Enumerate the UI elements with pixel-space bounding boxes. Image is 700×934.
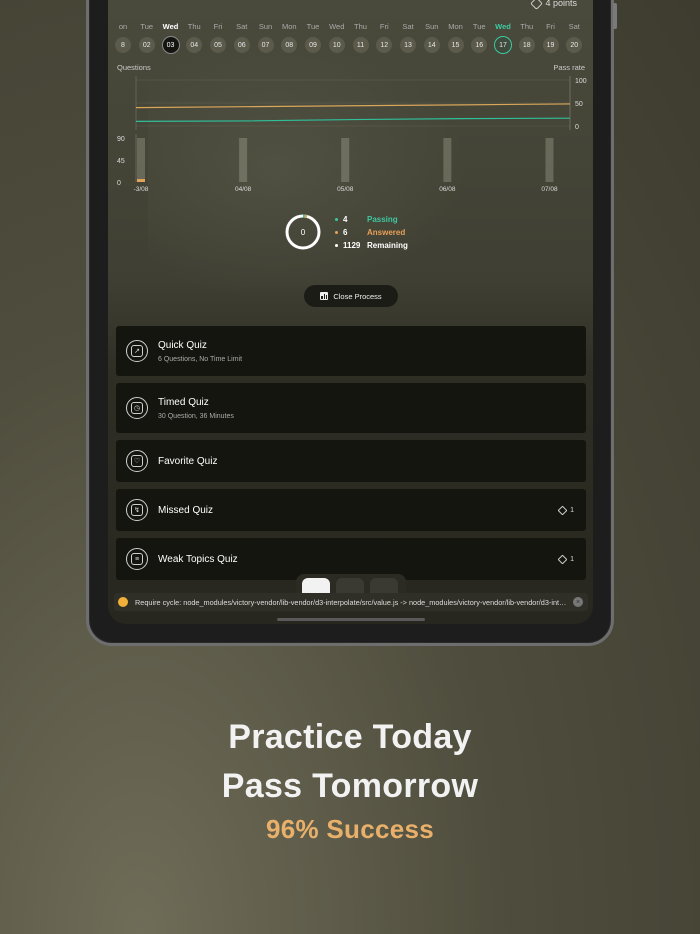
legend-count: 4 bbox=[343, 215, 348, 224]
quiz-card-favorite-quiz[interactable]: ♡ Favorite Quiz bbox=[116, 440, 586, 482]
legend-dot bbox=[335, 231, 338, 234]
questions-tick: 45 bbox=[117, 158, 125, 165]
legend-count: 6 bbox=[343, 228, 348, 237]
quiz-badge-count: 1 bbox=[570, 555, 574, 563]
quiz-subtitle: 30 Question, 36 Minutes bbox=[158, 412, 234, 420]
quick-quiz-icon: ↗ bbox=[126, 340, 148, 362]
quiz-card-text: Quick Quiz 6 Questions, No Time Limit bbox=[158, 340, 586, 363]
legend-dot bbox=[335, 244, 338, 247]
category-label: 07/08 bbox=[541, 186, 558, 193]
points-icon bbox=[557, 554, 568, 564]
home-indicator bbox=[277, 618, 425, 621]
quiz-badge: 1 bbox=[557, 554, 574, 564]
quiz-title: Weak Topics Quiz bbox=[158, 553, 238, 565]
pass-rate-tick: 100 bbox=[575, 78, 587, 85]
quiz-subtitle: 6 Questions, No Time Limit bbox=[158, 355, 243, 363]
warning-icon bbox=[118, 597, 128, 607]
questions-tick: 0 bbox=[117, 180, 121, 187]
quiz-card-text: Weak Topics Quiz bbox=[158, 554, 559, 565]
weak-topics-icon: ≡ bbox=[126, 548, 148, 570]
close-icon[interactable]: × bbox=[573, 597, 583, 607]
quiz-card-text: Timed Quiz 30 Question, 36 Minutes bbox=[158, 397, 586, 420]
pass-rate-line-1 bbox=[135, 117, 571, 122]
points-icon bbox=[557, 505, 568, 515]
tab-third[interactable] bbox=[370, 578, 398, 594]
legend-label: Passing bbox=[367, 215, 398, 224]
legend-row-remaining: 1129 Remaining bbox=[335, 239, 408, 252]
legend-label: Remaining bbox=[367, 241, 408, 250]
donut-center-value: 0 bbox=[300, 227, 306, 237]
quiz-card-text: Favorite Quiz bbox=[158, 456, 586, 467]
category-label: 04/08 bbox=[235, 186, 252, 193]
app-screen: 4 points on Tue Wed Thu Fri Sat Sun Mon Tue Wed Th… bbox=[108, 0, 593, 624]
legend-count: 1129 bbox=[343, 241, 361, 250]
promo-line-2: Pass Tomorrow bbox=[221, 767, 479, 805]
side-button bbox=[613, 3, 617, 29]
progress-chart: 100 50 0 90 45 0 -3/08 04/08 05/08 06/08 07/08 bbox=[117, 76, 587, 193]
quiz-card-missed-quiz[interactable]: ↯ Missed Quiz 1 bbox=[116, 489, 586, 531]
legend-row-passing: 4 Passing bbox=[335, 213, 408, 226]
quiz-title: Timed Quiz bbox=[158, 396, 209, 408]
quiz-title: Missed Quiz bbox=[158, 504, 214, 516]
missed-quiz-icon: ↯ bbox=[126, 499, 148, 521]
bar-value bbox=[137, 179, 145, 182]
bar-track bbox=[545, 138, 554, 182]
quiz-card-text: Missed Quiz bbox=[158, 505, 559, 516]
pass-rate-tick: 0 bbox=[575, 124, 579, 131]
legend-dot bbox=[335, 218, 338, 221]
progress-legend: 4 Passing 6 Answered 1129 Remaining bbox=[335, 213, 408, 252]
warning-text: Require cycle: node_modules/victory-vend… bbox=[135, 597, 568, 607]
quiz-title: Favorite Quiz bbox=[158, 455, 218, 467]
category-label: 06/08 bbox=[439, 186, 456, 193]
close-process-button[interactable]: Close Process bbox=[304, 285, 398, 307]
bar-chart-icon bbox=[320, 292, 329, 300]
pass-rate-tick: 50 bbox=[575, 101, 583, 108]
bar-track bbox=[137, 138, 145, 182]
quiz-badge-count: 1 bbox=[570, 506, 574, 514]
quiz-card-timed-quiz[interactable]: ◷ Timed Quiz 30 Question, 36 Minutes bbox=[116, 383, 586, 433]
bar-track bbox=[341, 138, 350, 182]
quiz-card-quick-quiz[interactable]: ↗ Quick Quiz 6 Questions, No Time Limit bbox=[116, 326, 586, 376]
bar-track bbox=[443, 138, 452, 182]
dev-warning-banner[interactable]: Require cycle: node_modules/victory-vend… bbox=[114, 593, 588, 611]
tab-home[interactable] bbox=[302, 578, 330, 594]
bar-track bbox=[239, 138, 248, 182]
legend-row-answered: 6 Answered bbox=[335, 226, 408, 239]
promo-line-1: Practice Today bbox=[228, 718, 472, 756]
heart-icon: ♡ bbox=[126, 450, 148, 472]
quiz-title: Quick Quiz bbox=[158, 339, 207, 351]
legend-label: Answered bbox=[367, 228, 406, 237]
category-label: -3/08 bbox=[134, 186, 149, 193]
pass-rate-line-0 bbox=[135, 103, 571, 109]
tab-second[interactable] bbox=[336, 578, 364, 594]
questions-tick: 90 bbox=[117, 136, 125, 143]
quiz-badge: 1 bbox=[557, 505, 574, 515]
category-label: 05/08 bbox=[337, 186, 354, 193]
promo-line-3: 96% Success bbox=[265, 814, 435, 844]
clock-icon: ◷ bbox=[126, 397, 148, 419]
close-process-label: Close Process bbox=[333, 291, 382, 301]
tab-bar bbox=[296, 574, 406, 594]
